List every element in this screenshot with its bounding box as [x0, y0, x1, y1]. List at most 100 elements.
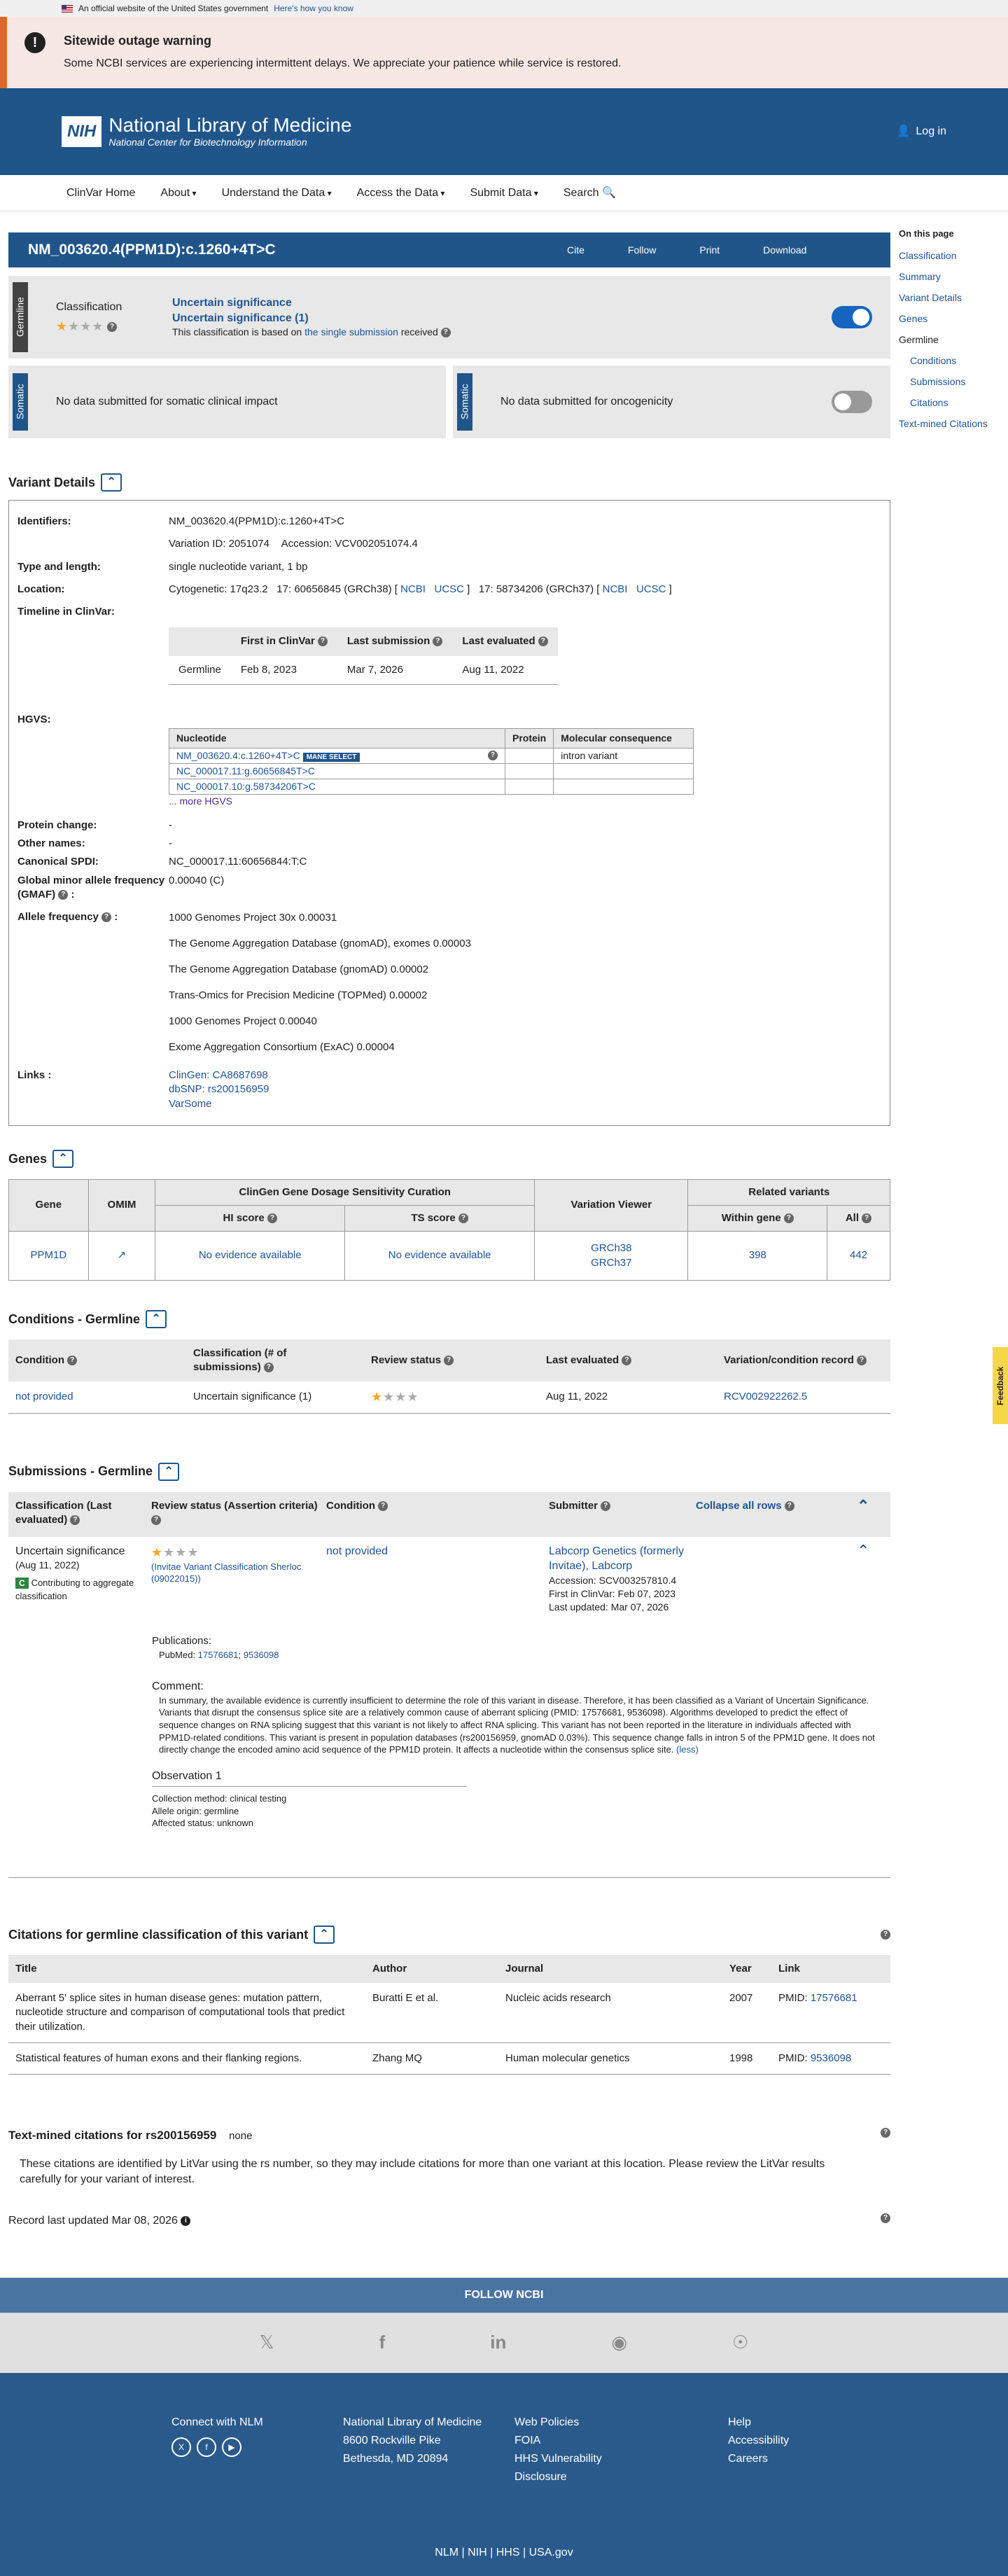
- sidebar-item-conditions[interactable]: Conditions: [910, 355, 956, 366]
- help-icon[interactable]: ?: [784, 1501, 794, 1511]
- help-icon[interactable]: ?: [458, 1213, 468, 1224]
- condition-link[interactable]: not provided: [15, 1391, 74, 1402]
- help-icon[interactable]: ?: [601, 1501, 611, 1511]
- ncbi-link[interactable]: NCBI: [400, 583, 426, 595]
- rcv-link[interactable]: RCV002922262.5: [724, 1391, 807, 1402]
- nav-submit[interactable]: Submit Data: [470, 186, 538, 201]
- collapse-all-button[interactable]: Collapse all rows: [696, 1500, 782, 1512]
- less-link[interactable]: (less): [676, 1744, 699, 1755]
- sidebar-item-textmined[interactable]: Text-mined Citations: [899, 418, 988, 429]
- facebook-icon[interactable]: f: [379, 2330, 386, 2355]
- help-icon[interactable]: ?: [151, 1515, 161, 1525]
- submission-condition-link[interactable]: not provided: [326, 1545, 388, 1557]
- help-icon[interactable]: ?: [263, 1363, 274, 1373]
- chevron-up-icon[interactable]: ⌃: [857, 1543, 869, 1614]
- help-icon[interactable]: ?: [267, 1213, 277, 1224]
- gene-link[interactable]: PPM1D: [30, 1249, 66, 1261]
- download-button[interactable]: Download: [763, 244, 806, 257]
- hgvs-link[interactable]: NC_000017.10:g.58734206T>C: [176, 781, 316, 792]
- print-button[interactable]: Print: [699, 244, 720, 257]
- ncbi-link[interactable]: NCBI: [603, 583, 628, 595]
- pubmed-link[interactable]: 17576681: [198, 1650, 239, 1660]
- feedback-button[interactable]: Feedback: [993, 1347, 1008, 1424]
- footer-link[interactable]: NIH: [468, 2547, 487, 2558]
- dbsnp-link[interactable]: dbSNP: rs200156959: [169, 1083, 269, 1095]
- chevron-up-icon[interactable]: ⌃: [52, 1149, 74, 1168]
- github-icon[interactable]: ◉: [611, 2330, 627, 2355]
- footer-link[interactable]: Careers: [728, 2450, 789, 2468]
- footer-link[interactable]: HHS: [496, 2547, 520, 2558]
- submitter-link[interactable]: Labcorp Genetics (formerly Invitae), Lab…: [549, 1544, 717, 1574]
- nav-search[interactable]: Search 🔍: [564, 186, 616, 201]
- clingen-link[interactable]: ClinGen: CA8687698: [169, 1069, 268, 1081]
- footer-link[interactable]: HHS Vulnerability Disclosure: [514, 2450, 640, 2486]
- sidebar-item-summary[interactable]: Classification Summary: [899, 250, 956, 282]
- help-icon[interactable]: ?: [58, 889, 69, 900]
- all-count[interactable]: 442: [827, 1231, 890, 1281]
- help-icon[interactable]: ?: [783, 1213, 794, 1224]
- chevron-up-icon[interactable]: ⌃: [101, 473, 122, 492]
- pmid-link[interactable]: 9536098: [811, 2052, 851, 2064]
- info-icon[interactable]: i: [181, 2215, 191, 2226]
- help-icon[interactable]: ?: [378, 1501, 388, 1511]
- follow-button[interactable]: Follow: [628, 244, 656, 257]
- chevron-up-icon[interactable]: ⌃: [857, 1498, 869, 1530]
- help-icon[interactable]: ?: [102, 912, 112, 923]
- grch37-link[interactable]: GRCh37: [540, 1256, 682, 1270]
- cite-button[interactable]: Cite: [567, 244, 584, 257]
- chevron-up-icon[interactable]: ⌃: [314, 1925, 335, 1944]
- somatic-toggle[interactable]: [832, 391, 872, 413]
- help-icon[interactable]: ?: [881, 2213, 890, 2224]
- more-hgvs-link[interactable]: ... more HGVS: [169, 795, 232, 807]
- help-icon[interactable]: ?: [317, 636, 328, 647]
- footer-link[interactable]: USA.gov: [529, 2547, 573, 2558]
- nav-understand[interactable]: Understand the Data: [222, 186, 332, 201]
- heres-how-link[interactable]: Here's how you know: [274, 3, 354, 14]
- help-icon[interactable]: ?: [70, 1515, 80, 1525]
- help-icon[interactable]: ?: [538, 636, 548, 647]
- chevron-up-icon[interactable]: ⌃: [158, 1462, 180, 1481]
- footer-link[interactable]: FOIA: [514, 2432, 728, 2450]
- varsome-link[interactable]: VarSome: [169, 1098, 211, 1110]
- classification-count[interactable]: Uncertain significance (1): [172, 311, 451, 326]
- footer-link[interactable]: Help: [728, 2414, 789, 2432]
- ucsc-link[interactable]: UCSC: [434, 583, 464, 595]
- linkedin-icon[interactable]: in: [490, 2330, 506, 2355]
- sidebar-item-variant-details[interactable]: Variant Details: [899, 292, 962, 303]
- login-button[interactable]: 👤 Log in: [896, 124, 946, 139]
- pubmed-link[interactable]: 9536098: [244, 1650, 279, 1660]
- chevron-up-icon[interactable]: ⌃: [146, 1309, 167, 1328]
- footer-link[interactable]: NLM: [435, 2547, 458, 2558]
- help-icon[interactable]: ?: [857, 1355, 867, 1365]
- help-icon[interactable]: ?: [862, 1213, 872, 1224]
- footer-link[interactable]: Accessibility: [728, 2432, 789, 2450]
- sidebar-item-submissions[interactable]: Submissions: [910, 376, 965, 387]
- rss-icon[interactable]: ☉: [732, 2330, 748, 2355]
- nav-access[interactable]: Access the Data: [357, 186, 445, 201]
- help-icon[interactable]: ?: [488, 750, 498, 760]
- pmid-link[interactable]: 17576681: [811, 1992, 858, 2004]
- nlm-logo[interactable]: NIH National Library of Medicine Nationa…: [62, 114, 351, 149]
- single-submission-link[interactable]: the single submission: [304, 326, 398, 337]
- sidebar-item-genes[interactable]: Genes: [899, 313, 927, 324]
- sidebar-item-citations[interactable]: Citations: [910, 397, 948, 408]
- help-icon[interactable]: ?: [440, 328, 451, 338]
- x-icon[interactable]: 𝕏: [260, 2330, 274, 2355]
- assertion-criteria-link[interactable]: (Invitae Variant Classification Sherloc …: [151, 1561, 326, 1585]
- footer-link[interactable]: Web Policies: [514, 2414, 728, 2432]
- x-icon[interactable]: X: [172, 2437, 191, 2457]
- germline-toggle[interactable]: [832, 306, 872, 328]
- ucsc-link[interactable]: UCSC: [636, 583, 666, 595]
- grch38-link[interactable]: GRCh38: [540, 1241, 682, 1255]
- help-icon[interactable]: ?: [881, 2128, 890, 2138]
- help-icon[interactable]: ?: [881, 1929, 890, 1940]
- facebook-icon[interactable]: f: [197, 2437, 216, 2457]
- youtube-icon[interactable]: ▶: [222, 2437, 241, 2457]
- hgvs-link[interactable]: NM_003620.4:c.1260+4T>C: [176, 750, 300, 761]
- help-icon[interactable]: ?: [444, 1355, 454, 1365]
- help-icon[interactable]: ?: [107, 322, 118, 333]
- external-link-icon[interactable]: ↗: [118, 1249, 127, 1261]
- nav-about[interactable]: About: [160, 186, 196, 201]
- ts-score[interactable]: No evidence available: [344, 1231, 536, 1281]
- help-icon[interactable]: ?: [622, 1355, 632, 1365]
